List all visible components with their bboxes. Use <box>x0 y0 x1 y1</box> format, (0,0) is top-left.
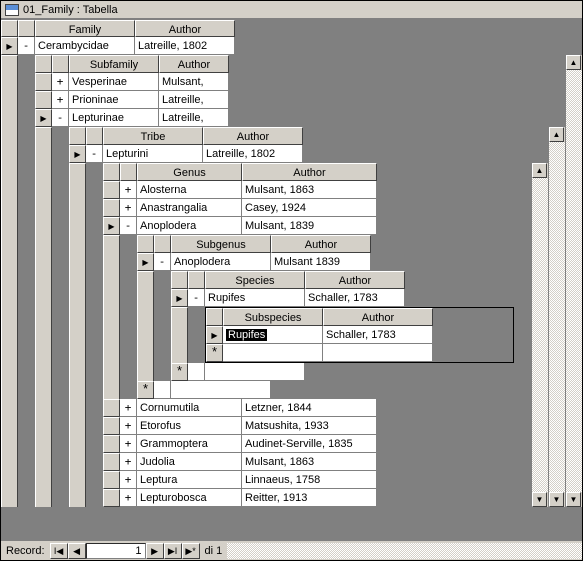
genus-author[interactable]: Letzner, 1844 <box>242 399 377 417</box>
genus-name[interactable]: Cornumutila <box>137 399 242 417</box>
row-selector[interactable] <box>35 91 52 109</box>
scrollbar-v-l3[interactable]: ▲ ▼ <box>531 163 548 507</box>
row-selector[interactable] <box>1 37 18 55</box>
row-selector-header <box>1 20 18 37</box>
new-record[interactable] <box>137 381 154 399</box>
record-number-input[interactable] <box>86 543 146 559</box>
col-author[interactable]: Author <box>323 308 433 326</box>
content-area: Family Author - Cerambycidae Latreille, … <box>1 19 582 540</box>
genus-name[interactable]: Judolia <box>137 453 242 471</box>
genus-name[interactable]: Leptura <box>137 471 242 489</box>
app-window: 01_Family : Tabella Family Author - Cera… <box>0 0 583 561</box>
subspecies-author[interactable]: Schaller, 1783 <box>323 326 433 344</box>
subfamily-name[interactable]: Lepturinae <box>69 109 159 127</box>
record-total: di 1 <box>200 545 228 557</box>
scroll-down-icon[interactable]: ▼ <box>566 492 581 507</box>
expand-toggle[interactable]: + <box>52 73 69 91</box>
subfamily-name[interactable]: Vesperinae <box>69 73 159 91</box>
scrollbar-v-l1[interactable]: ▲ ▼ <box>565 55 582 507</box>
row-selector[interactable] <box>69 145 86 163</box>
subgenus-name[interactable]: Anoplodera <box>171 253 271 271</box>
subgenus-author[interactable]: Mulsant 1839 <box>271 253 371 271</box>
titlebar: 01_Family : Tabella <box>1 1 582 19</box>
genus-name[interactable]: Grammoptera <box>137 435 242 453</box>
genus-name[interactable]: Anastrangalia <box>137 199 242 217</box>
col-subspecies[interactable]: Subspecies <box>223 308 323 326</box>
scroll-down-icon[interactable]: ▼ <box>549 492 564 507</box>
new-record[interactable] <box>206 344 223 362</box>
family-name[interactable]: Cerambycidae <box>35 37 135 55</box>
col-author[interactable]: Author <box>135 20 235 37</box>
indent-l0 <box>1 55 18 507</box>
expand-header <box>18 20 35 37</box>
scroll-up-icon[interactable]: ▲ <box>549 127 564 142</box>
record-label: Record: <box>1 545 50 557</box>
genus-author[interactable]: Matsushita, 1933 <box>242 417 377 435</box>
tribe-name[interactable]: Lepturini <box>103 145 203 163</box>
genus-author[interactable]: Mulsant, 1839 <box>242 217 377 235</box>
genus-name[interactable]: Anoplodera <box>137 217 242 235</box>
genus-author[interactable]: Audinet-Serville, 1835 <box>242 435 377 453</box>
col-genus[interactable]: Genus <box>137 163 242 181</box>
nav-first-button[interactable]: I◀ <box>50 543 68 559</box>
species-name[interactable]: Rupifes <box>205 289 305 307</box>
expand-toggle[interactable]: - <box>52 109 69 127</box>
col-author[interactable]: Author <box>271 235 371 253</box>
record-nav: Record: I◀ ◀ ▶ ▶I ▶* di 1 <box>1 540 582 560</box>
scrollbar-v-l2[interactable]: ▲ ▼ <box>548 127 565 507</box>
col-author[interactable]: Author <box>305 271 405 289</box>
genus-author[interactable]: Mulsant, 1863 <box>242 181 377 199</box>
family-author[interactable]: Latreille, 1802 <box>135 37 235 55</box>
genus-name[interactable]: Lepturobosca <box>137 489 242 507</box>
row-selector[interactable] <box>35 73 52 91</box>
genus-author[interactable]: Mulsant, 1863 <box>242 453 377 471</box>
col-tribe[interactable]: Tribe <box>103 127 203 145</box>
scroll-down-icon[interactable]: ▼ <box>532 492 547 507</box>
subfamily-name[interactable]: Prioninae <box>69 91 159 109</box>
window-title: 01_Family : Tabella <box>23 4 118 16</box>
col-subfamily[interactable]: Subfamily <box>69 55 159 73</box>
col-author[interactable]: Author <box>203 127 303 145</box>
row-selector[interactable] <box>35 109 52 127</box>
nav-last-button[interactable]: ▶I <box>164 543 182 559</box>
genus-author[interactable]: Casey, 1924 <box>242 199 377 217</box>
col-subgenus[interactable]: Subgenus <box>171 235 271 253</box>
subspecies-name[interactable]: Rupifes <box>223 326 323 344</box>
tribe-author[interactable]: Latreille, 1802 <box>203 145 303 163</box>
dark-indent-l0 <box>18 55 35 507</box>
nav-next-button[interactable]: ▶ <box>146 543 164 559</box>
genus-name[interactable]: Etorofus <box>137 417 242 435</box>
new-record[interactable] <box>171 363 188 381</box>
col-family[interactable]: Family <box>35 20 135 37</box>
genus-name[interactable]: Alosterna <box>137 181 242 199</box>
genus-author[interactable]: Linnaeus, 1758 <box>242 471 377 489</box>
scroll-up-icon[interactable]: ▲ <box>566 55 581 70</box>
col-species[interactable]: Species <box>205 271 305 289</box>
expand-toggle[interactable]: + <box>52 91 69 109</box>
subfamily-author[interactable]: Latreille, <box>159 91 229 109</box>
expand-toggle[interactable]: - <box>86 145 103 163</box>
col-author[interactable]: Author <box>242 163 377 181</box>
genus-author[interactable]: Reitter, 1913 <box>242 489 377 507</box>
datasheet-icon <box>5 4 19 16</box>
expand-toggle[interactable]: - <box>18 37 35 55</box>
col-author[interactable]: Author <box>159 55 229 73</box>
subfamily-author[interactable]: Latreille, <box>159 109 229 127</box>
subfamily-author[interactable]: Mulsant, <box>159 73 229 91</box>
scroll-up-icon[interactable]: ▲ <box>532 163 547 178</box>
nav-new-button[interactable]: ▶* <box>182 543 200 559</box>
species-author[interactable]: Schaller, 1783 <box>305 289 405 307</box>
nav-prev-button[interactable]: ◀ <box>68 543 86 559</box>
h-scroll-track[interactable] <box>227 543 582 559</box>
